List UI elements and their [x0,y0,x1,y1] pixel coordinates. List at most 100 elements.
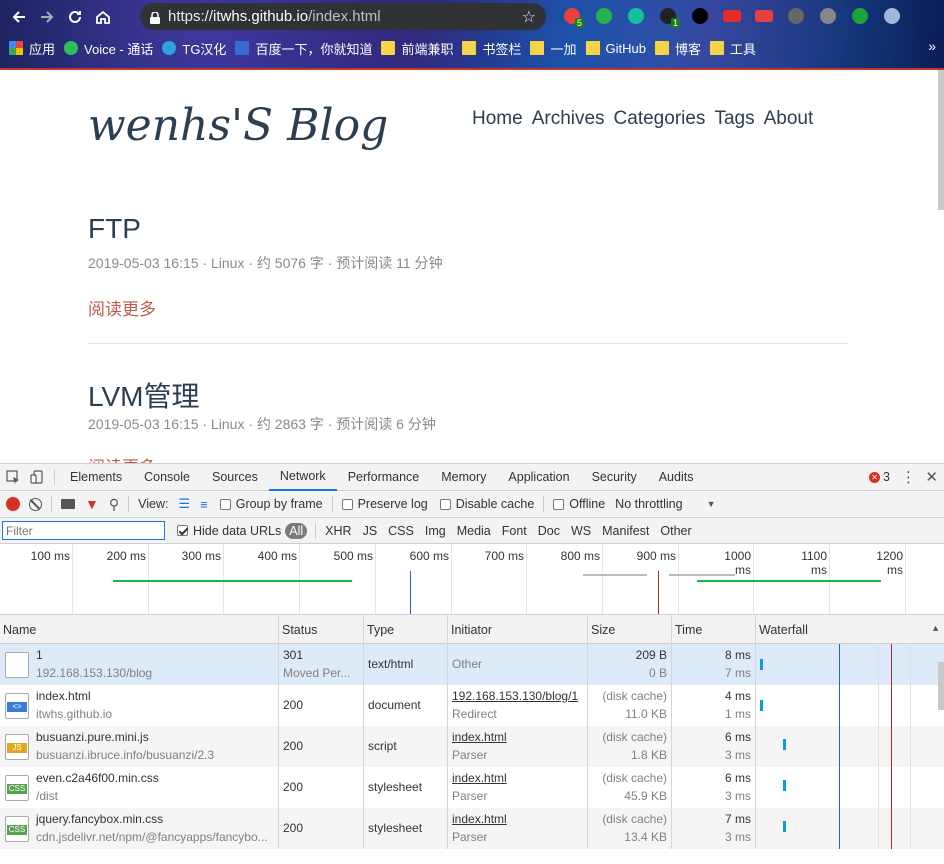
post-title[interactable]: LVM管理 [88,375,200,415]
group-by-frame-toggle[interactable]: Group by frame [219,497,323,511]
filter-type-xhr[interactable]: XHR [321,523,355,539]
device-toolbar-icon[interactable] [24,470,50,484]
preserve-log-toggle[interactable]: Preserve log [341,497,428,511]
col-initiator[interactable]: Initiator [448,615,588,644]
inspect-element-icon[interactable] [2,470,24,484]
filter-type-other[interactable]: Other [656,523,695,539]
nav-categories[interactable]: Categories [614,108,706,130]
ext-bulb-icon[interactable] [780,4,812,28]
ext-c-icon[interactable] [844,4,876,28]
filter-type-doc[interactable]: Doc [534,523,564,539]
initiator-link[interactable]: index.html [452,812,507,826]
filter-type-img[interactable]: Img [421,523,450,539]
tab-security[interactable]: Security [581,464,648,491]
bookmark-item[interactable]: 应用 [9,39,55,58]
home-button[interactable] [89,3,117,31]
ext-notes-icon[interactable] [748,4,780,28]
tab-sources[interactable]: Sources [201,464,269,491]
tab-audits[interactable]: Audits [648,464,705,491]
ext-speed-icon[interactable] [812,4,844,28]
back-button[interactable] [5,3,33,31]
blog-logo[interactable]: wenhs'S Blog [88,100,388,151]
record-button[interactable] [6,497,20,511]
large-rows-icon[interactable]: ☰ [178,496,190,512]
bookmark-item[interactable]: 博客 [654,39,701,58]
ext-avatar-icon[interactable] [876,4,908,28]
forward-button[interactable] [33,3,61,31]
nav-about[interactable]: About [764,108,814,130]
initiator-link[interactable]: index.html [452,730,507,744]
nav-archives[interactable]: Archives [532,108,605,130]
nav-tags[interactable]: Tags [714,108,754,130]
filter-type-js[interactable]: JS [359,523,382,539]
table-row[interactable]: 1 192.168.153.130/blog 301 Moved Per... text… [0,644,944,685]
table-row[interactable]: JS busuanzi.pure.mini.js busuanzi.ibruce.i… [0,726,944,767]
screenshot-camera-icon[interactable] [61,499,75,509]
filter-type-css[interactable]: CSS [384,523,418,539]
tab-elements[interactable]: Elements [59,464,133,491]
table-scrollbar[interactable] [938,662,944,710]
table-row[interactable]: CSS jquery.fancybox.min.css cdn.jsdelivr.n… [0,808,944,849]
col-waterfall[interactable]: Waterfall [756,615,944,644]
hide-data-urls-toggle[interactable]: Hide data URLs [177,524,281,538]
throttling-select[interactable]: No throttling ▼ [615,497,715,511]
overview-icon[interactable]: ≡ [200,497,208,512]
nav-home[interactable]: Home [472,108,523,130]
ext-red-icon[interactable]: 5 [556,4,588,28]
col-time[interactable]: Time [672,615,756,644]
request-path: cdn.jsdelivr.net/npm/@fancyapps/fancybo.… [36,830,268,844]
bookmark-item[interactable]: 书签栏 [462,39,521,58]
bookmark-item[interactable]: TG汉化 [162,39,226,58]
ext-grammarly-icon[interactable] [620,4,652,28]
timeline-label: 200 ms [106,549,146,563]
initiator-link[interactable]: 192.168.153.130/blog/1 [452,689,578,703]
clear-icon[interactable] [29,497,42,511]
tab-network[interactable]: Network [268,464,337,491]
col-status[interactable]: Status [279,615,364,644]
offline-toggle[interactable]: Offline [553,497,605,511]
bookmark-item[interactable]: 一加 [530,39,577,58]
more-bookmarks-button[interactable]: » [928,38,936,54]
post-title[interactable]: FTP [88,213,141,245]
filter-type-ws[interactable]: WS [567,523,595,539]
tab-performance[interactable]: Performance [337,464,431,491]
read-more-link[interactable]: 阅读更多 [88,295,156,320]
error-counter[interactable]: ✕ 3 [869,470,890,484]
filter-input[interactable] [2,521,165,540]
bookmark-item[interactable]: Voice - 通话 [64,39,153,58]
tab-application[interactable]: Application [497,464,580,491]
page-scrollbar[interactable] [938,70,944,210]
tab-console[interactable]: Console [133,464,201,491]
bookmark-star-icon[interactable]: ☆ [522,7,536,27]
bookmark-item[interactable]: 百度一下，你就知道 [235,39,372,58]
sort-up-icon[interactable]: ▲ [931,623,940,633]
reload-button[interactable] [61,3,89,31]
ext-key-icon[interactable] [684,4,716,28]
col-type[interactable]: Type [364,615,448,644]
filter-type-all[interactable]: All [285,522,308,539]
table-row[interactable]: <> index.html itwhs.github.io 200 document 19… [0,685,944,726]
tab-memory[interactable]: Memory [430,464,497,491]
disable-cache-toggle[interactable]: Disable cache [439,497,534,511]
read-more-link[interactable]: 阅读更多 [88,453,156,463]
filter-type-media[interactable]: Media [453,523,495,539]
ext-counter-icon[interactable]: 1 [652,4,684,28]
filter-type-font[interactable]: Font [498,523,531,539]
devtools-close-icon[interactable]: ✕ [925,468,938,486]
file-css-icon: CSS [5,816,29,842]
filter-type-manifest[interactable]: Manifest [598,523,653,539]
col-size[interactable]: Size [588,615,672,644]
bookmark-item[interactable]: GitHub [585,41,646,56]
initiator-link[interactable]: index.html [452,771,507,785]
ext-youtube-icon[interactable] [716,4,748,28]
address-bar[interactable]: https://itwhs.github.io/index.html ☆ [140,3,546,30]
bookmark-item[interactable]: 前端兼职 [381,39,453,58]
devtools-menu-icon[interactable]: ⋮ [901,468,916,486]
col-name[interactable]: Name [0,615,279,644]
filter-funnel-icon[interactable]: ▼ [85,496,99,512]
search-icon[interactable]: ⚲ [109,496,119,513]
ext-green-icon[interactable] [588,4,620,28]
table-row[interactable]: CSS even.c2a46f00.min.css/dist 200 styleshe… [0,767,944,808]
bookmark-item[interactable]: 工具 [709,39,756,58]
network-overview[interactable]: 100 ms 200 ms 300 ms 400 ms 500 ms 600 ms 700 … [0,544,944,615]
